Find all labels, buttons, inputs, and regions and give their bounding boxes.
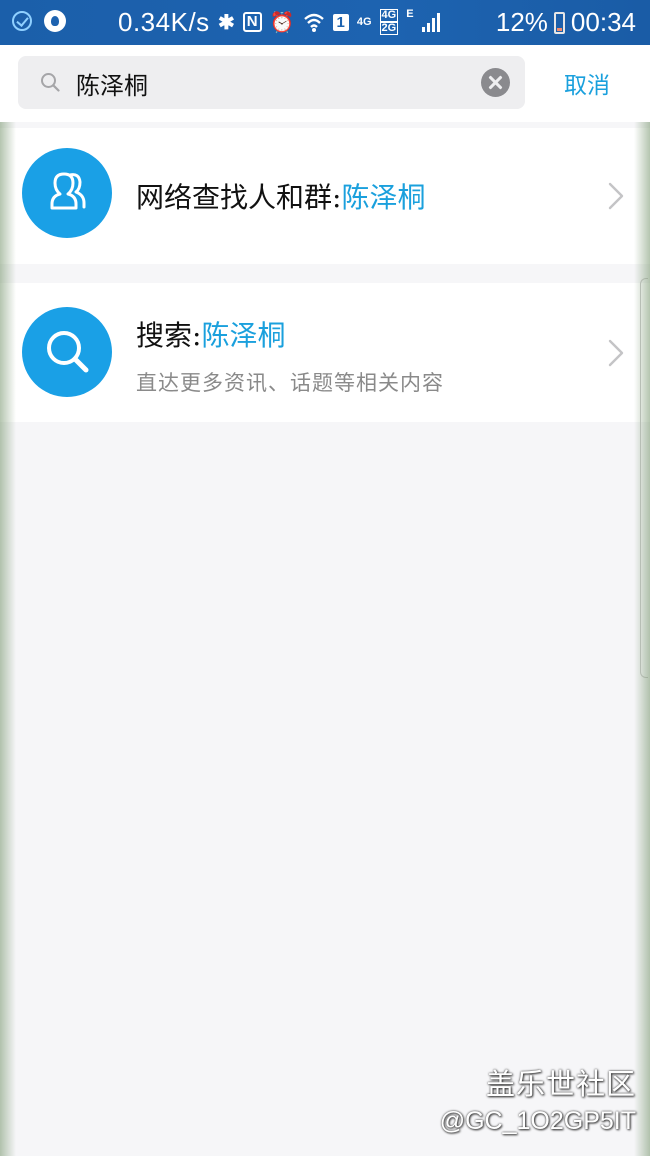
alarm-icon: ⏰ bbox=[269, 11, 295, 34]
status-left-icons bbox=[12, 10, 66, 32]
search-icon-circle bbox=[22, 307, 112, 397]
result-title: 网络查找人和群:陈泽桐 bbox=[136, 176, 425, 216]
clear-search-button[interactable] bbox=[481, 68, 510, 97]
screen-edge-left bbox=[0, 122, 16, 1156]
battery-icon bbox=[553, 11, 565, 34]
net-speed: 0.34K/s bbox=[118, 7, 210, 37]
result-title-highlight: 陈泽桐 bbox=[201, 319, 286, 352]
chevron-right-icon bbox=[608, 182, 624, 210]
network-4g-label: 4G bbox=[356, 15, 372, 28]
status-icons: ✱ N ⏰ 1 4G 4G 2G E bbox=[218, 9, 440, 35]
cancel-button[interactable]: 取消 bbox=[545, 66, 629, 100]
signal-icon bbox=[421, 12, 440, 32]
clock: 00:34 bbox=[570, 7, 636, 37]
status-bar: 0.34K/s ✱ N ⏰ 1 4G 4G 2G E 12% 00:34 bbox=[0, 0, 650, 45]
network-4g2g-top: 4G bbox=[379, 9, 399, 22]
result-title-highlight: 陈泽桐 bbox=[341, 181, 426, 214]
result-row-search-more[interactable]: 搜索:陈泽桐 直达更多资讯、话题等相关内容 bbox=[0, 283, 650, 422]
search-box[interactable] bbox=[18, 56, 525, 109]
screen: 0.34K/s ✱ N ⏰ 1 4G 4G 2G E 12% 00:34 陈泽桐… bbox=[0, 0, 650, 1156]
edge-panel-handle[interactable] bbox=[640, 278, 648, 678]
wifi-icon bbox=[303, 13, 324, 32]
result-title-prefix: 网络查找人和群: bbox=[136, 181, 342, 214]
people-icon-circle bbox=[22, 148, 112, 238]
magnifier-icon bbox=[47, 331, 89, 373]
bluetooth-icon: ✱ bbox=[218, 11, 235, 34]
chevron-right-icon bbox=[608, 339, 624, 367]
network-4g2g-bottom: 2G bbox=[379, 22, 399, 35]
search-icon bbox=[41, 73, 60, 92]
search-header: 取消 bbox=[0, 45, 650, 122]
nfc-icon: N bbox=[242, 12, 262, 32]
app-notification-icon bbox=[44, 10, 66, 32]
search-input[interactable] bbox=[76, 68, 466, 98]
watermark: 盖乐世社区 @GC_1O2GP5IT bbox=[440, 1061, 636, 1136]
sim-icon: 1 bbox=[332, 13, 349, 31]
people-icon bbox=[50, 172, 86, 210]
result-title: 搜索:陈泽桐 bbox=[136, 314, 285, 354]
check-circle-icon bbox=[12, 11, 32, 31]
network-e-label: E bbox=[406, 8, 414, 20]
result-row-find-people[interactable]: 网络查找人和群:陈泽桐 bbox=[0, 128, 650, 264]
watermark-brand: 盖乐世社区 bbox=[485, 1067, 636, 1101]
watermark-user: @GC_1O2GP5IT bbox=[439, 1107, 636, 1135]
result-subtitle: 直达更多资讯、话题等相关内容 bbox=[136, 371, 444, 395]
battery-percent: 12% bbox=[495, 7, 548, 37]
status-right: 12% 00:34 bbox=[496, 7, 636, 38]
result-title-prefix: 搜索: bbox=[136, 319, 202, 352]
network-4g2g-icon: 4G 2G bbox=[379, 9, 399, 35]
